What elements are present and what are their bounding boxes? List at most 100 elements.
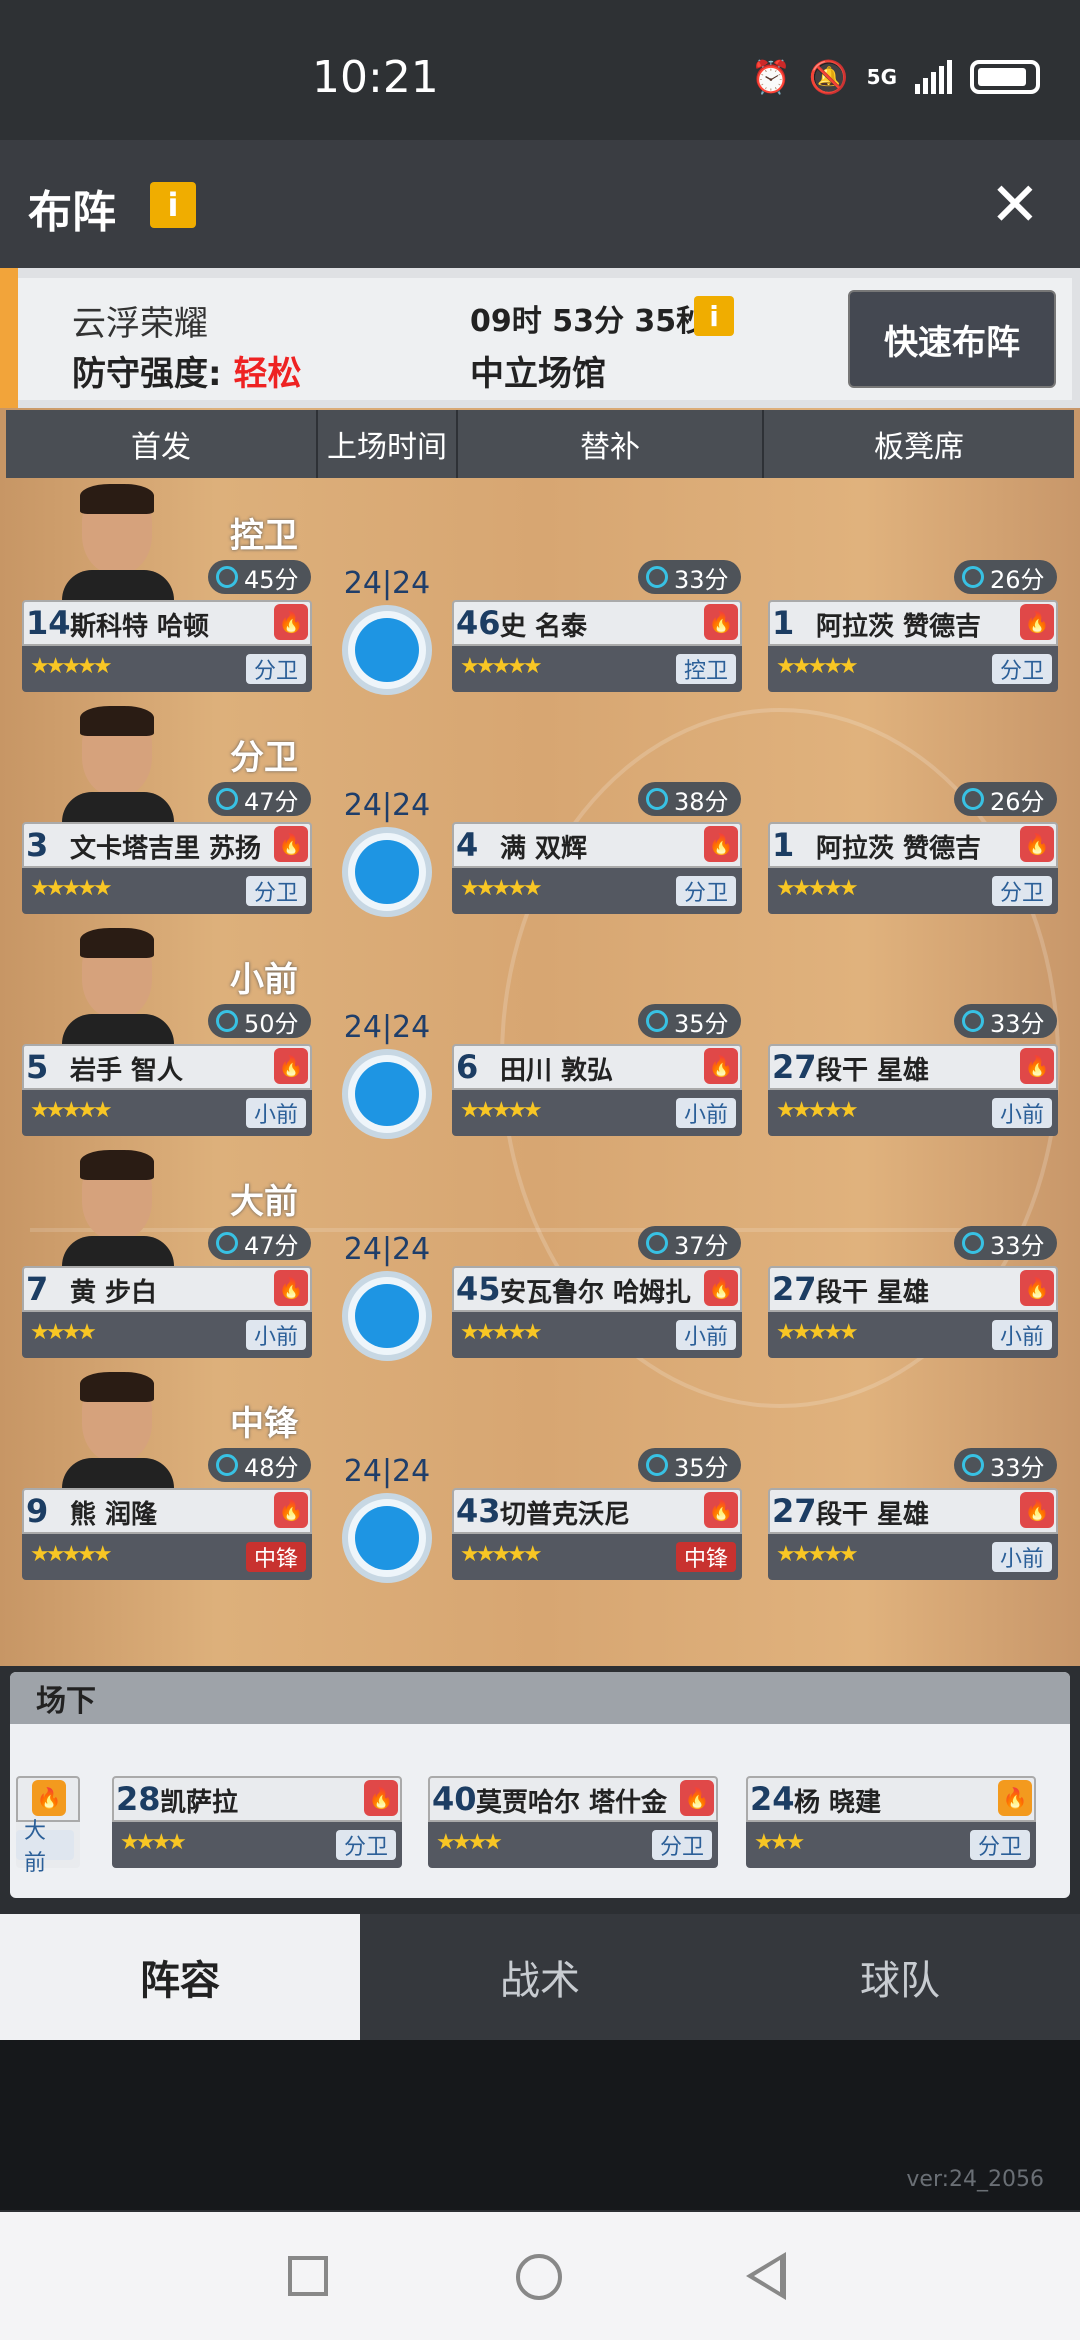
bench-player-card[interactable]: 27 段干 星雄 🔥 ★★★★★ 小前 [768, 1488, 1058, 1586]
position-badge: 控卫 [675, 654, 736, 684]
recents-icon[interactable] [288, 2256, 328, 2296]
star-rating: ★★★★★ [30, 876, 113, 901]
minutes-value: 47分 [244, 787, 299, 816]
player-name: 史 名泰 [500, 612, 588, 642]
player-avatar [62, 1150, 174, 1272]
version-label: ver:24_2056 [906, 2167, 1044, 2192]
stopwatch-icon [646, 1010, 668, 1032]
jersey-number: 43 [456, 1492, 501, 1530]
starter-player-card[interactable]: 7 黄 步白 🔥 ★★★★ 小前 [22, 1266, 312, 1364]
jersey-number: 40 [432, 1780, 477, 1818]
close-icon[interactable]: ✕ [990, 170, 1040, 240]
jersey-number: 27 [772, 1270, 817, 1308]
star-rating: ★★★★ [120, 1830, 187, 1855]
countdown-info-icon[interactable]: i [694, 296, 734, 336]
position-badge: 分卫 [245, 876, 306, 906]
jersey-number: 9 [26, 1492, 49, 1530]
jersey-number: 7 [26, 1270, 49, 1308]
stopwatch-icon [216, 788, 238, 810]
column-starters: 首发 [6, 410, 318, 478]
avatar-hair [80, 1372, 154, 1402]
minutes-dial[interactable] [342, 605, 432, 695]
minutes-control[interactable]: 24|24 [340, 1232, 434, 1361]
minutes-value: 50分 [244, 1009, 299, 1038]
minutes-badge: 45分 [208, 560, 311, 594]
stopwatch-icon [216, 1010, 238, 1032]
lineup-row: 小前 24|24 50分 5 岩手 智人 🔥 ★★★★★ 小前 35分 6 田川 敦弘 🔥 ★★★★★ 小… [0, 922, 1080, 1144]
home-icon[interactable] [516, 2254, 562, 2300]
position-badge: 小前 [675, 1320, 736, 1350]
dial-knob [355, 1062, 419, 1126]
minutes-control[interactable]: 24|24 [340, 788, 434, 917]
player-name: 田川 敦弘 [500, 1056, 614, 1086]
dial-knob [355, 840, 419, 904]
starter-player-card[interactable]: 14 斯科特 哈顿 🔥 ★★★★★ 分卫 [22, 600, 312, 698]
info-icon[interactable]: i [150, 182, 196, 228]
quick-lineup-button[interactable]: 快速布阵 [848, 290, 1056, 388]
minutes-value: 26分 [990, 565, 1045, 594]
bench-player-card[interactable]: 27 段干 星雄 🔥 ★★★★★ 小前 [768, 1266, 1058, 1364]
position-badge: 小前 [991, 1098, 1052, 1128]
minutes-value: 37分 [674, 1231, 729, 1260]
star-rating: ★★★★★ [30, 1098, 113, 1123]
fire-icon: 🔥 [274, 604, 308, 640]
reserve-player-card[interactable]: 40 莫贾哈尔 塔什金 🔥 ★★★★ 分卫 [428, 1776, 718, 1874]
reserve-player-card[interactable]: 28 凯萨拉 🔥 ★★★★ 分卫 [112, 1776, 402, 1874]
minutes-badge: 38分 [638, 782, 741, 816]
starter-player-card[interactable]: 3 文卡塔吉里 苏扬 🔥 ★★★★★ 分卫 [22, 822, 312, 920]
minutes-control[interactable]: 24|24 [340, 1454, 434, 1583]
fire-icon: 🔥 [1020, 1492, 1054, 1528]
sub-player-card[interactable]: 6 田川 敦弘 🔥 ★★★★★ 小前 [452, 1044, 742, 1142]
sub-player-card[interactable]: 46 史 名泰 🔥 ★★★★★ 控卫 [452, 600, 742, 698]
fire-icon: 🔥 [1020, 826, 1054, 862]
starter-player-card[interactable]: 9 熊 润隆 🔥 ★★★★★ 中锋 [22, 1488, 312, 1586]
star-rating: ★★★★★ [460, 876, 543, 901]
bench-player-card[interactable]: 27 段干 星雄 🔥 ★★★★★ 小前 [768, 1044, 1058, 1142]
minutes-dial[interactable] [342, 1493, 432, 1583]
column-headers: 首发 上场时间 替补 板凳席 [6, 410, 1074, 478]
jersey-number: 4 [456, 826, 479, 864]
venue: 中立场馆 [470, 354, 606, 394]
clock: 10:21 [312, 52, 439, 103]
lineup-row: 大前 24|24 47分 7 黄 步白 🔥 ★★★★ 小前 37分 45 安瓦鲁尔 哈姆扎 🔥 ★★★★… [0, 1144, 1080, 1366]
position-label: 中锋 [230, 1404, 298, 1444]
minutes-split: 24|24 [343, 1010, 431, 1045]
bench-player-card[interactable]: 1 阿拉茨 赞德吉 🔥 ★★★★★ 分卫 [768, 822, 1058, 920]
player-name: 黄 步白 [70, 1278, 158, 1308]
defense-label: 防守强度: [72, 354, 222, 394]
sub-player-card[interactable]: 45 安瓦鲁尔 哈姆扎 🔥 ★★★★★ 小前 [452, 1266, 742, 1364]
bench-player-card-partial[interactable]: 🔥大前 [16, 1776, 80, 1876]
fire-icon: 🔥 [1020, 1048, 1054, 1084]
tab-team[interactable]: 球队 [720, 1914, 1080, 2040]
minutes-badge: 48分 [208, 1448, 311, 1482]
jersey-number: 27 [772, 1048, 817, 1086]
reserve-player-card[interactable]: 24 杨 晓建 🔥 ★★★ 分卫 [746, 1776, 1036, 1874]
dial-knob [355, 1284, 419, 1348]
starter-player-card[interactable]: 5 岩手 智人 🔥 ★★★★★ 小前 [22, 1044, 312, 1142]
minutes-dial[interactable] [342, 1049, 432, 1139]
position-badge: 小前 [675, 1098, 736, 1128]
sub-player-card[interactable]: 4 满 双辉 🔥 ★★★★★ 分卫 [452, 822, 742, 920]
tab-lineup[interactable]: 阵容 [0, 1914, 360, 2040]
minutes-control[interactable]: 24|24 [340, 566, 434, 695]
back-icon[interactable] [746, 2252, 786, 2300]
position-badge: 中锋 [245, 1542, 306, 1572]
mute-icon: 🔕 [808, 58, 849, 96]
stopwatch-icon [962, 1010, 984, 1032]
bench-player-card[interactable]: 1 阿拉茨 赞德吉 🔥 ★★★★★ 分卫 [768, 600, 1058, 698]
star-rating: ★★★★★ [776, 876, 859, 901]
player-name: 莫贾哈尔 塔什金 [476, 1788, 668, 1818]
player-avatar [62, 706, 174, 828]
star-rating: ★★★★★ [776, 1320, 859, 1345]
position-badge: 分卫 [991, 654, 1052, 684]
tab-tactics[interactable]: 战术 [360, 1914, 720, 2040]
minutes-control[interactable]: 24|24 [340, 1010, 434, 1139]
minutes-dial[interactable] [342, 1271, 432, 1361]
stopwatch-icon [216, 1454, 238, 1476]
opponent-name: 云浮荣耀 [72, 304, 208, 344]
minutes-dial[interactable] [342, 827, 432, 917]
jersey-number: 6 [456, 1048, 479, 1086]
stopwatch-icon [962, 788, 984, 810]
sub-player-card[interactable]: 43 切普克沃尼 🔥 ★★★★★ 中锋 [452, 1488, 742, 1586]
jersey-number: 3 [26, 826, 49, 864]
